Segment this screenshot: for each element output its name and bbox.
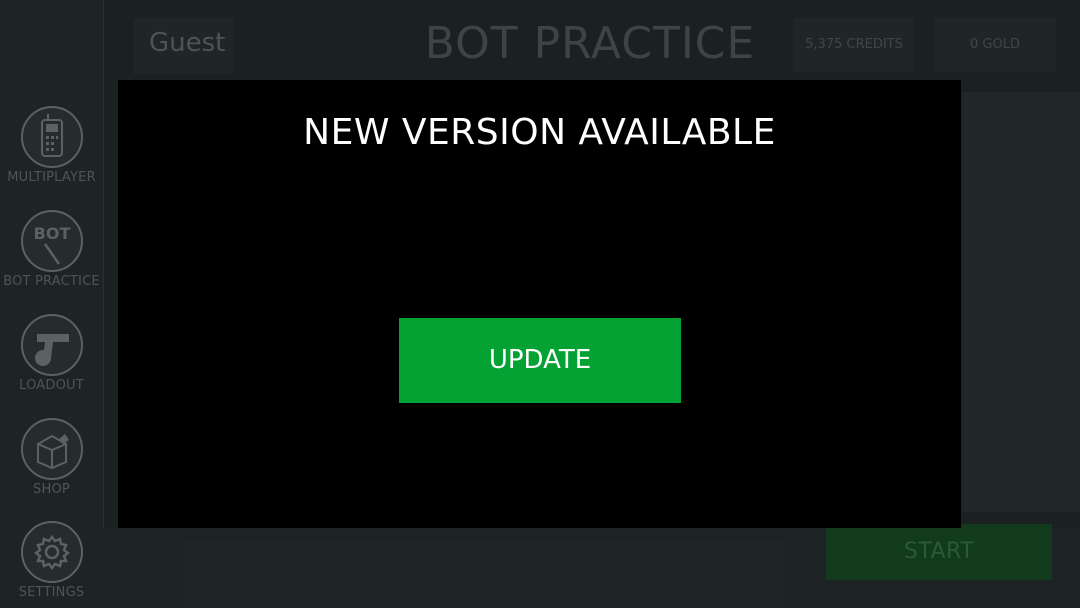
sidebar-item-label: BOT PRACTICE [3,274,100,289]
bot-icon-text: BOT [34,224,71,243]
sidebar-item-loadout[interactable]: LOADOUT [0,314,103,410]
update-dialog: NEW VERSION AVAILABLE UPDATE [118,80,961,528]
dialog-title: NEW VERSION AVAILABLE [303,112,776,153]
bottom-panel [183,540,783,608]
sidebar-item-label: SETTINGS [18,585,85,600]
sidebar-item-label: MULTIPLAYER [7,170,96,185]
sidebar-item-label: LOADOUT [19,378,84,393]
sidebar-item-shop[interactable]: SHOP [0,418,103,514]
gold-balance[interactable]: 0 GOLD [934,18,1056,72]
sidebar-item-bot-practice[interactable]: BOT BOT PRACTICE [0,210,103,306]
shop-box-icon [21,418,83,480]
game-screen: MULTIPLAYER BOT BOT PRACTICE LOADOUT SHO… [0,0,1080,608]
update-button[interactable]: UPDATE [399,318,681,403]
page-title: BOT PRACTICE [424,18,756,69]
gear-icon [21,521,83,583]
user-name[interactable]: Guest [149,28,225,58]
bot-icon: BOT [21,210,83,272]
credits-balance[interactable]: 5,375 CREDITS [794,18,914,72]
pistol-grenade-icon [21,314,83,376]
sidebar-item-label: SHOP [33,482,70,497]
sidebar-nav: MULTIPLAYER BOT BOT PRACTICE LOADOUT SHO… [0,0,104,608]
start-button[interactable]: START [826,524,1052,580]
sidebar-item-settings[interactable]: SETTINGS [0,521,103,608]
walkie-talkie-icon [21,106,83,168]
background-panel [962,92,1080,512]
sidebar-item-multiplayer[interactable]: MULTIPLAYER [0,106,103,202]
